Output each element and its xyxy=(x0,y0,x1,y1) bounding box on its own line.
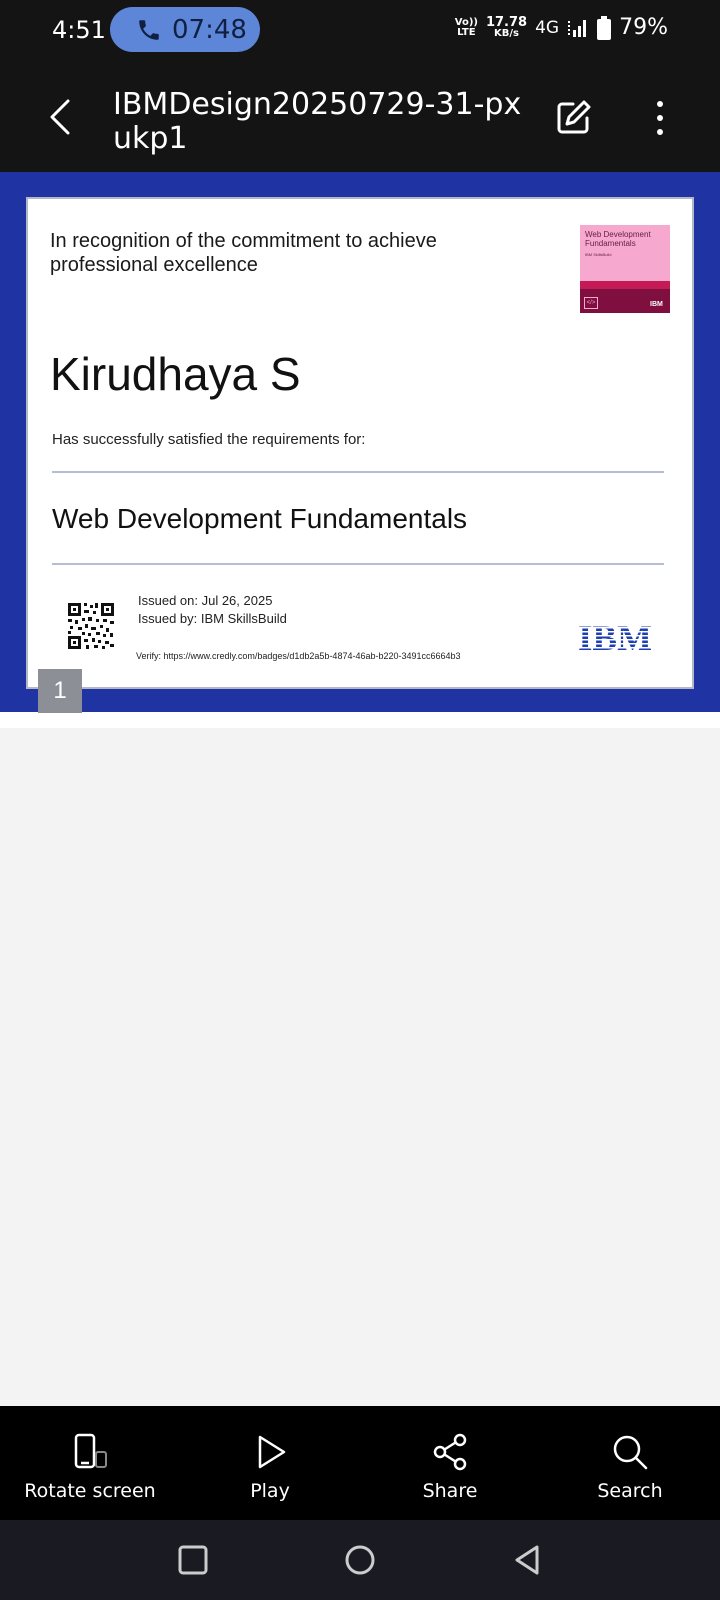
badge-title: Web Development Fundamentals xyxy=(585,230,651,248)
recent-apps-icon[interactable] xyxy=(175,1542,211,1578)
back-arrow-icon[interactable] xyxy=(42,97,82,137)
speed-value: 17.78 xyxy=(485,14,528,30)
qr-code-icon xyxy=(68,603,114,649)
rotate-screen-button[interactable]: Rotate screen xyxy=(0,1406,180,1520)
divider-bottom xyxy=(52,563,664,565)
search-button[interactable]: Search xyxy=(540,1406,720,1520)
volte-line2: LTE xyxy=(457,26,476,38)
course-name: Web Development Fundamentals xyxy=(52,503,468,534)
play-label: Play xyxy=(250,1480,290,1502)
badge-brand: IBM xyxy=(650,301,663,308)
battery-percent: 79% xyxy=(619,15,668,40)
share-label: Share xyxy=(422,1480,478,1502)
ibm-logo-icon: IBM xyxy=(578,621,654,653)
network-speed: 17.78 KB/s xyxy=(485,14,528,39)
battery-icon xyxy=(597,15,612,40)
page-number-indicator: 1 xyxy=(38,669,82,713)
search-label: Search xyxy=(597,1480,663,1502)
status-time: 4:51 xyxy=(52,16,106,44)
status-icons: Vo)) LTE 17.78 KB/s 4G 79% xyxy=(455,15,668,40)
edit-icon[interactable] xyxy=(553,98,593,138)
document-title: IBMDesign20250729-31-pxukp1 xyxy=(113,87,522,156)
share-icon xyxy=(433,1433,467,1471)
network-type: 4G xyxy=(535,17,560,38)
call-timer: 07:48 xyxy=(172,14,247,45)
volte-line1: Vo)) xyxy=(454,16,478,28)
issued-by: Issued by: IBM SkillsBuild xyxy=(138,611,287,626)
page-gap xyxy=(0,712,720,728)
home-icon[interactable] xyxy=(342,1542,378,1578)
rotate-screen-icon xyxy=(74,1433,107,1469)
share-button[interactable]: Share xyxy=(360,1406,540,1520)
code-icon: </> xyxy=(584,297,598,309)
certificate-intro: In recognition of the commitment to achi… xyxy=(50,230,437,276)
verify-link[interactable]: Verify: https://www.credly.com/badges/d1… xyxy=(136,651,461,661)
rotate-screen-label: Rotate screen xyxy=(24,1480,156,1502)
signal-icon xyxy=(568,19,587,37)
recipient-name: Kirudhaya S xyxy=(50,348,301,400)
volte-indicator: Vo)) LTE xyxy=(454,16,478,38)
course-badge: Web Development Fundamentals IBM SkillsB… xyxy=(580,225,670,313)
app-bar: IBMDesign20250729-31-pxukp1 xyxy=(0,62,720,172)
badge-strip-accent xyxy=(580,281,670,289)
divider-top xyxy=(52,471,664,473)
more-options-icon[interactable] xyxy=(645,98,675,138)
certificate-page[interactable]: In recognition of the commitment to achi… xyxy=(26,197,694,689)
requirements-text: Has successfully satisfied the requireme… xyxy=(52,431,366,448)
bottom-toolbar: Rotate screen Play Share Search xyxy=(0,1406,720,1520)
search-icon xyxy=(613,1435,648,1470)
play-icon xyxy=(258,1435,286,1469)
status-bar: 4:51 07:48 Vo)) LTE 17.78 KB/s 4G 79% xyxy=(0,0,720,62)
ongoing-call-chip[interactable]: 07:48 xyxy=(110,7,260,52)
back-icon[interactable] xyxy=(509,1542,545,1578)
system-navigation-bar xyxy=(0,1520,720,1600)
issued-on: Issued on: Jul 26, 2025 xyxy=(138,593,273,608)
badge-subtitle: IBM SkillsBuild xyxy=(585,252,612,257)
phone-icon xyxy=(139,19,159,40)
play-button[interactable]: Play xyxy=(180,1406,360,1520)
